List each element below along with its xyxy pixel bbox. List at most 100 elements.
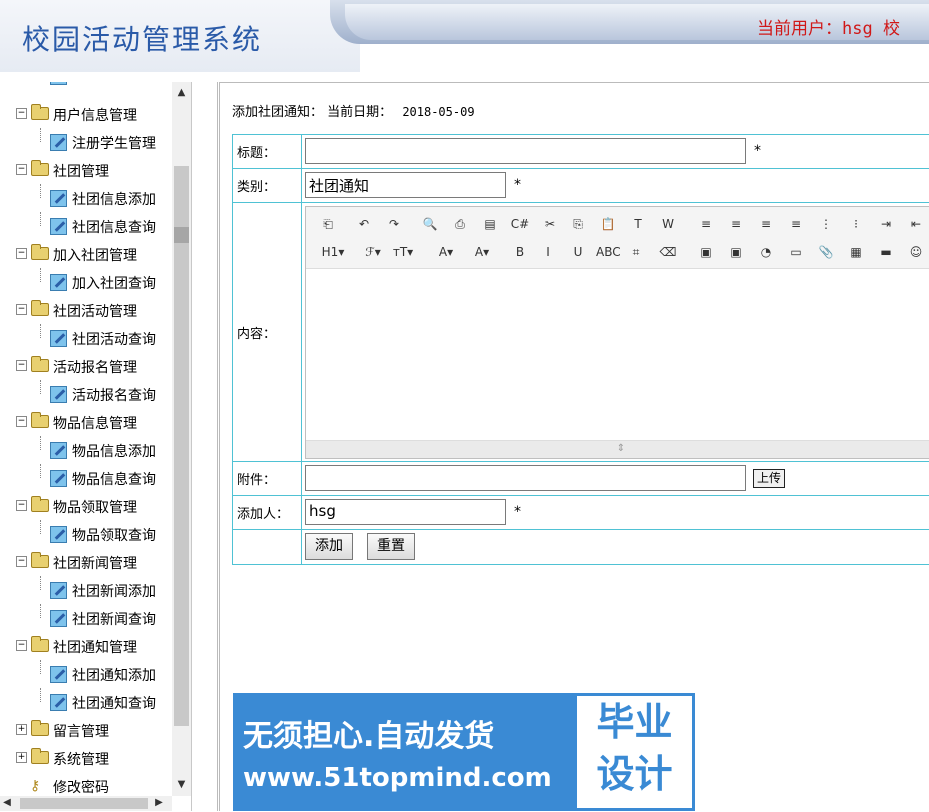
justify-icon[interactable]: ≡	[786, 214, 806, 234]
scroll-down-arrow[interactable]: ▼	[172, 776, 191, 794]
font-color-icon[interactable]: A▾	[436, 242, 456, 262]
scroll-thumb[interactable]	[174, 166, 189, 726]
expand-icon[interactable]: +	[16, 724, 27, 735]
doc-icon[interactable]: ⎗	[318, 214, 338, 234]
tree-group[interactable]: − 社团通知管理	[0, 632, 172, 660]
collapse-icon[interactable]: −	[16, 640, 27, 651]
tree-item[interactable]: 社团信息添加	[0, 184, 172, 212]
tree-group[interactable]: − 物品领取管理	[0, 492, 172, 520]
category-input[interactable]: 社团通知	[305, 172, 506, 198]
collapse-icon[interactable]: −	[16, 360, 27, 371]
align-right-icon[interactable]: ≡	[756, 214, 776, 234]
upload-button[interactable]: 上传	[753, 469, 786, 488]
tree-item[interactable]: 活动报名查询	[0, 380, 172, 408]
ordered-list-icon[interactable]: ⋮	[816, 214, 836, 234]
undo-icon[interactable]: ↶	[354, 214, 374, 234]
tree-group[interactable]: − 物品信息管理	[0, 408, 172, 436]
tree-group[interactable]: − 社团管理	[0, 156, 172, 184]
multi-image-icon[interactable]: ▣	[726, 242, 746, 262]
font-size-icon[interactable]: тT▾	[386, 242, 420, 262]
pencil-icon	[50, 218, 67, 235]
eraser-icon[interactable]: ⌫	[658, 242, 678, 262]
attachment-label: 附件：	[233, 462, 302, 495]
tree-group[interactable]: + 系统管理	[0, 744, 172, 772]
paste-text-icon[interactable]: T	[628, 214, 648, 234]
collapse-icon[interactable]: −	[16, 248, 27, 259]
reset-button[interactable]: 重置	[367, 533, 415, 560]
hr-icon[interactable]: ▬	[876, 242, 896, 262]
outdent-icon[interactable]: ⇤	[906, 214, 926, 234]
scroll-up-arrow[interactable]: ▲	[172, 84, 191, 102]
bold-icon[interactable]: B	[510, 242, 530, 262]
italic-icon[interactable]: I	[538, 242, 558, 262]
frame-splitter[interactable]	[192, 82, 218, 811]
collapse-icon[interactable]: −	[16, 416, 27, 427]
redo-icon[interactable]: ↷	[384, 214, 404, 234]
image-icon[interactable]: ▣	[696, 242, 716, 262]
scroll-thumb-grip[interactable]	[174, 227, 189, 243]
emoticon-icon[interactable]: ☺	[906, 242, 926, 262]
expand-icon[interactable]: +	[16, 752, 27, 763]
highlight-icon[interactable]: A▾	[472, 242, 492, 262]
advert-line1: 无须担心.自动发货	[243, 719, 495, 754]
collapse-icon[interactable]: −	[16, 304, 27, 315]
tree-item-partial[interactable]	[0, 82, 172, 100]
tree-item[interactable]: 物品信息添加	[0, 436, 172, 464]
title-input[interactable]	[305, 138, 746, 164]
tree-item[interactable]: 社团信息查询	[0, 212, 172, 240]
tree-group[interactable]: + 留言管理	[0, 716, 172, 744]
adder-input[interactable]: hsg	[305, 499, 506, 525]
flash-icon[interactable]: ◔	[756, 242, 776, 262]
sidebar-vertical-scrollbar[interactable]: ▲ ▼	[172, 82, 191, 796]
tree-item[interactable]: 社团通知添加	[0, 660, 172, 688]
collapse-icon[interactable]: −	[16, 556, 27, 567]
sidebar-horizontal-scrollbar[interactable]: ◀ ▶	[0, 796, 172, 811]
code-icon[interactable]: C#	[510, 214, 530, 234]
media-icon[interactable]: ▭	[786, 242, 806, 262]
cut-icon[interactable]: ✂	[540, 214, 560, 234]
editor-body[interactable]	[306, 269, 929, 442]
tree-item[interactable]: 注册学生管理	[0, 128, 172, 156]
paste-icon[interactable]: 📋	[598, 214, 618, 234]
add-button[interactable]: 添加	[305, 533, 353, 560]
template-icon[interactable]: ▤	[480, 214, 500, 234]
tree-connector	[40, 436, 41, 450]
indent-icon[interactable]: ⇥	[876, 214, 896, 234]
attachment-icon[interactable]: 📎	[816, 242, 836, 262]
scroll-right-arrow[interactable]: ▶	[152, 794, 166, 812]
collapse-icon[interactable]: −	[16, 500, 27, 511]
preview-icon[interactable]: 🔍	[420, 214, 440, 234]
tree-group[interactable]: − 加入社团管理	[0, 240, 172, 268]
tree-connector	[40, 212, 41, 226]
collapse-icon[interactable]: −	[16, 164, 27, 175]
tree-item[interactable]: 加入社团查询	[0, 268, 172, 296]
font-family-icon[interactable]: ℱ▾	[356, 242, 390, 262]
tree-group[interactable]: − 社团活动管理	[0, 296, 172, 324]
paste-word-icon[interactable]: W	[658, 214, 678, 234]
attachment-input[interactable]	[305, 465, 746, 491]
align-left-icon[interactable]: ≡	[696, 214, 716, 234]
align-center-icon[interactable]: ≡	[726, 214, 746, 234]
tree-group[interactable]: − 用户信息管理	[0, 100, 172, 128]
tree-item[interactable]: 社团通知查询	[0, 688, 172, 716]
table-icon[interactable]: ▦	[846, 242, 866, 262]
scroll-left-arrow[interactable]: ◀	[0, 794, 14, 812]
tree-item[interactable]: 物品信息查询	[0, 464, 172, 492]
tree-item[interactable]: 社团新闻添加	[0, 576, 172, 604]
line-height-icon[interactable]: ⌗	[626, 242, 646, 262]
hscroll-thumb[interactable]	[20, 798, 148, 809]
collapse-icon[interactable]: −	[16, 108, 27, 119]
tree-group[interactable]: − 社团新闻管理	[0, 548, 172, 576]
underline-icon[interactable]: U	[568, 242, 588, 262]
tree-group[interactable]: − 活动报名管理	[0, 352, 172, 380]
strikethrough-icon[interactable]: ABC	[596, 242, 621, 262]
editor-resize-handle[interactable]: ⇕	[306, 440, 929, 458]
copy-icon[interactable]: ⎘	[568, 214, 588, 234]
tree-item[interactable]: 社团新闻查询	[0, 604, 172, 632]
unordered-list-icon[interactable]: ⁝	[846, 214, 866, 234]
print-icon[interactable]: ⎙	[450, 214, 470, 234]
tree-item[interactable]: 社团活动查询	[0, 324, 172, 352]
advert-banner[interactable]: 无须担心.自动发货 www.51topmind.com 毕业 设计	[233, 693, 695, 811]
heading-icon[interactable]: H1▾	[316, 242, 350, 262]
tree-item[interactable]: 物品领取查询	[0, 520, 172, 548]
